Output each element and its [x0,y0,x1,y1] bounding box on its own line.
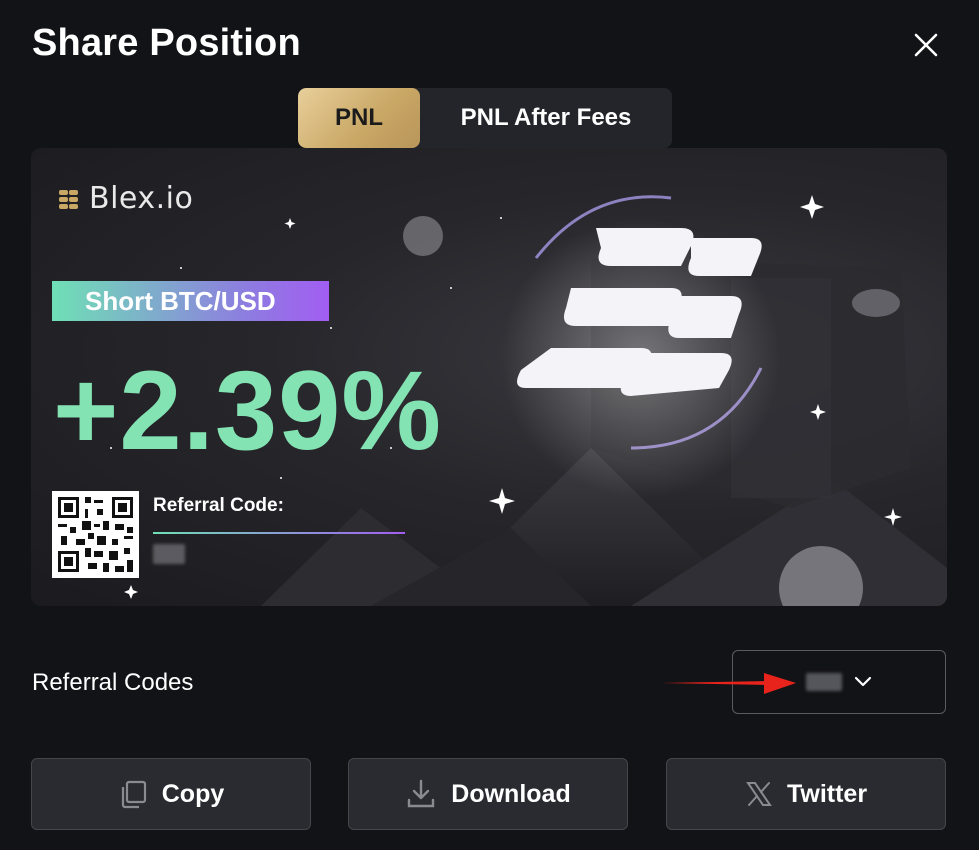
download-label: Download [451,779,571,808]
twitter-label: Twitter [786,779,868,808]
download-icon [408,779,435,808]
annotation-arrow [662,673,796,694]
tab-pnl-after-fees[interactable]: PNL After Fees [420,88,672,148]
close-icon [914,33,938,57]
share-card: Blex.io Short BTC/USD +2.39% Referral Co… [31,148,947,606]
referral-code-value-obscured [153,544,185,564]
twitter-share-button[interactable]: Twitter [666,758,946,830]
qr-code [52,491,139,578]
brand-logo: Blex.io [57,181,193,216]
x-twitter-icon [746,782,772,806]
copy-icon [121,780,146,809]
copy-label: Copy [161,779,225,808]
chevron-down-icon [854,676,872,687]
tab-pnl[interactable]: PNL [298,88,420,148]
pnl-tabs: PNL PNL After Fees [298,88,672,148]
pnl-value: +2.39% [53,348,442,473]
referral-codes-label: Referral Codes [32,669,194,696]
position-badge: Short BTC/USD [52,281,329,321]
referral-underline [153,532,405,534]
referral-code-label: Referral Code: [153,495,284,516]
brand-name: Blex.io [89,181,194,216]
selected-code-obscured [806,673,842,691]
download-button[interactable]: Download [348,758,628,830]
dialog-title: Share Position [32,22,301,64]
close-button[interactable] [906,25,946,65]
blex-logo-icon [59,189,78,209]
copy-button[interactable]: Copy [31,758,311,830]
